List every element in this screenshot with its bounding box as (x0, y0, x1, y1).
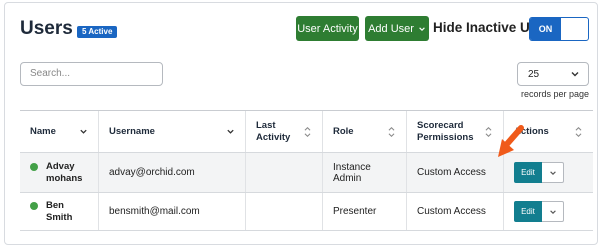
add-user-button[interactable]: Add User (365, 16, 429, 41)
column-header-last-activity[interactable]: Last Activity (245, 111, 322, 152)
status-active-icon (30, 162, 38, 171)
records-per-page-select[interactable]: 25 (517, 62, 589, 86)
column-header-name[interactable]: Name (20, 111, 98, 152)
page-title: Users (20, 18, 73, 39)
toggle-on-label: ON (530, 18, 561, 40)
add-user-label: Add User (368, 22, 414, 35)
records-per-page-label: records per page (521, 89, 590, 99)
edit-button[interactable]: Edit (514, 162, 542, 183)
actions-cell: Edit (503, 193, 593, 230)
records-per-page-value: 25 (528, 68, 540, 80)
chevron-down-icon (80, 129, 87, 134)
role-cell: Instance Admin (322, 153, 406, 192)
chevron-down-icon (549, 170, 556, 175)
sort-icon (575, 126, 582, 137)
role-cell: Presenter (322, 193, 406, 230)
column-header-username[interactable]: Username (98, 111, 245, 152)
user-activity-button[interactable]: User Activity (296, 16, 359, 41)
last-activity-cell (245, 153, 322, 192)
search-input[interactable]: Search... (20, 62, 163, 86)
chevron-down-icon (571, 72, 579, 77)
username-cell: bensmith@mail.com (98, 193, 245, 230)
row-actions-split-button: Edit (514, 162, 564, 183)
arrow-pointer-icon (498, 125, 524, 157)
sort-icon (304, 126, 311, 137)
row-actions-dropdown[interactable] (542, 162, 564, 183)
name-cell: Advay mohans (20, 153, 98, 192)
user-name: Advay mohans (46, 160, 83, 184)
chevron-down-icon (419, 26, 425, 31)
row-actions-split-button: Edit (514, 201, 564, 222)
row-actions-dropdown[interactable] (542, 201, 564, 222)
last-activity-cell (245, 193, 322, 230)
scorecard-cell: Custom Access (406, 153, 503, 192)
hide-inactive-toggle[interactable]: ON (529, 17, 589, 41)
user-activity-label: User Activity (297, 22, 358, 35)
table-row: Ben Smith bensmith@mail.com Presenter Cu… (20, 193, 593, 231)
sort-icon (388, 126, 395, 137)
active-count-badge: 5 Active (77, 26, 118, 38)
sort-icon (485, 126, 492, 137)
edit-button[interactable]: Edit (514, 201, 542, 222)
user-name: Ben Smith (46, 199, 73, 223)
column-header-scorecard[interactable]: Scorecard Permissions (406, 111, 503, 152)
column-header-role[interactable]: Role (322, 111, 406, 152)
chevron-down-icon (227, 129, 234, 134)
username-cell: advay@orchid.com (98, 153, 245, 192)
name-cell: Ben Smith (20, 193, 98, 230)
status-active-icon (30, 201, 38, 210)
chevron-down-icon (549, 209, 556, 214)
scorecard-cell: Custom Access (406, 193, 503, 230)
